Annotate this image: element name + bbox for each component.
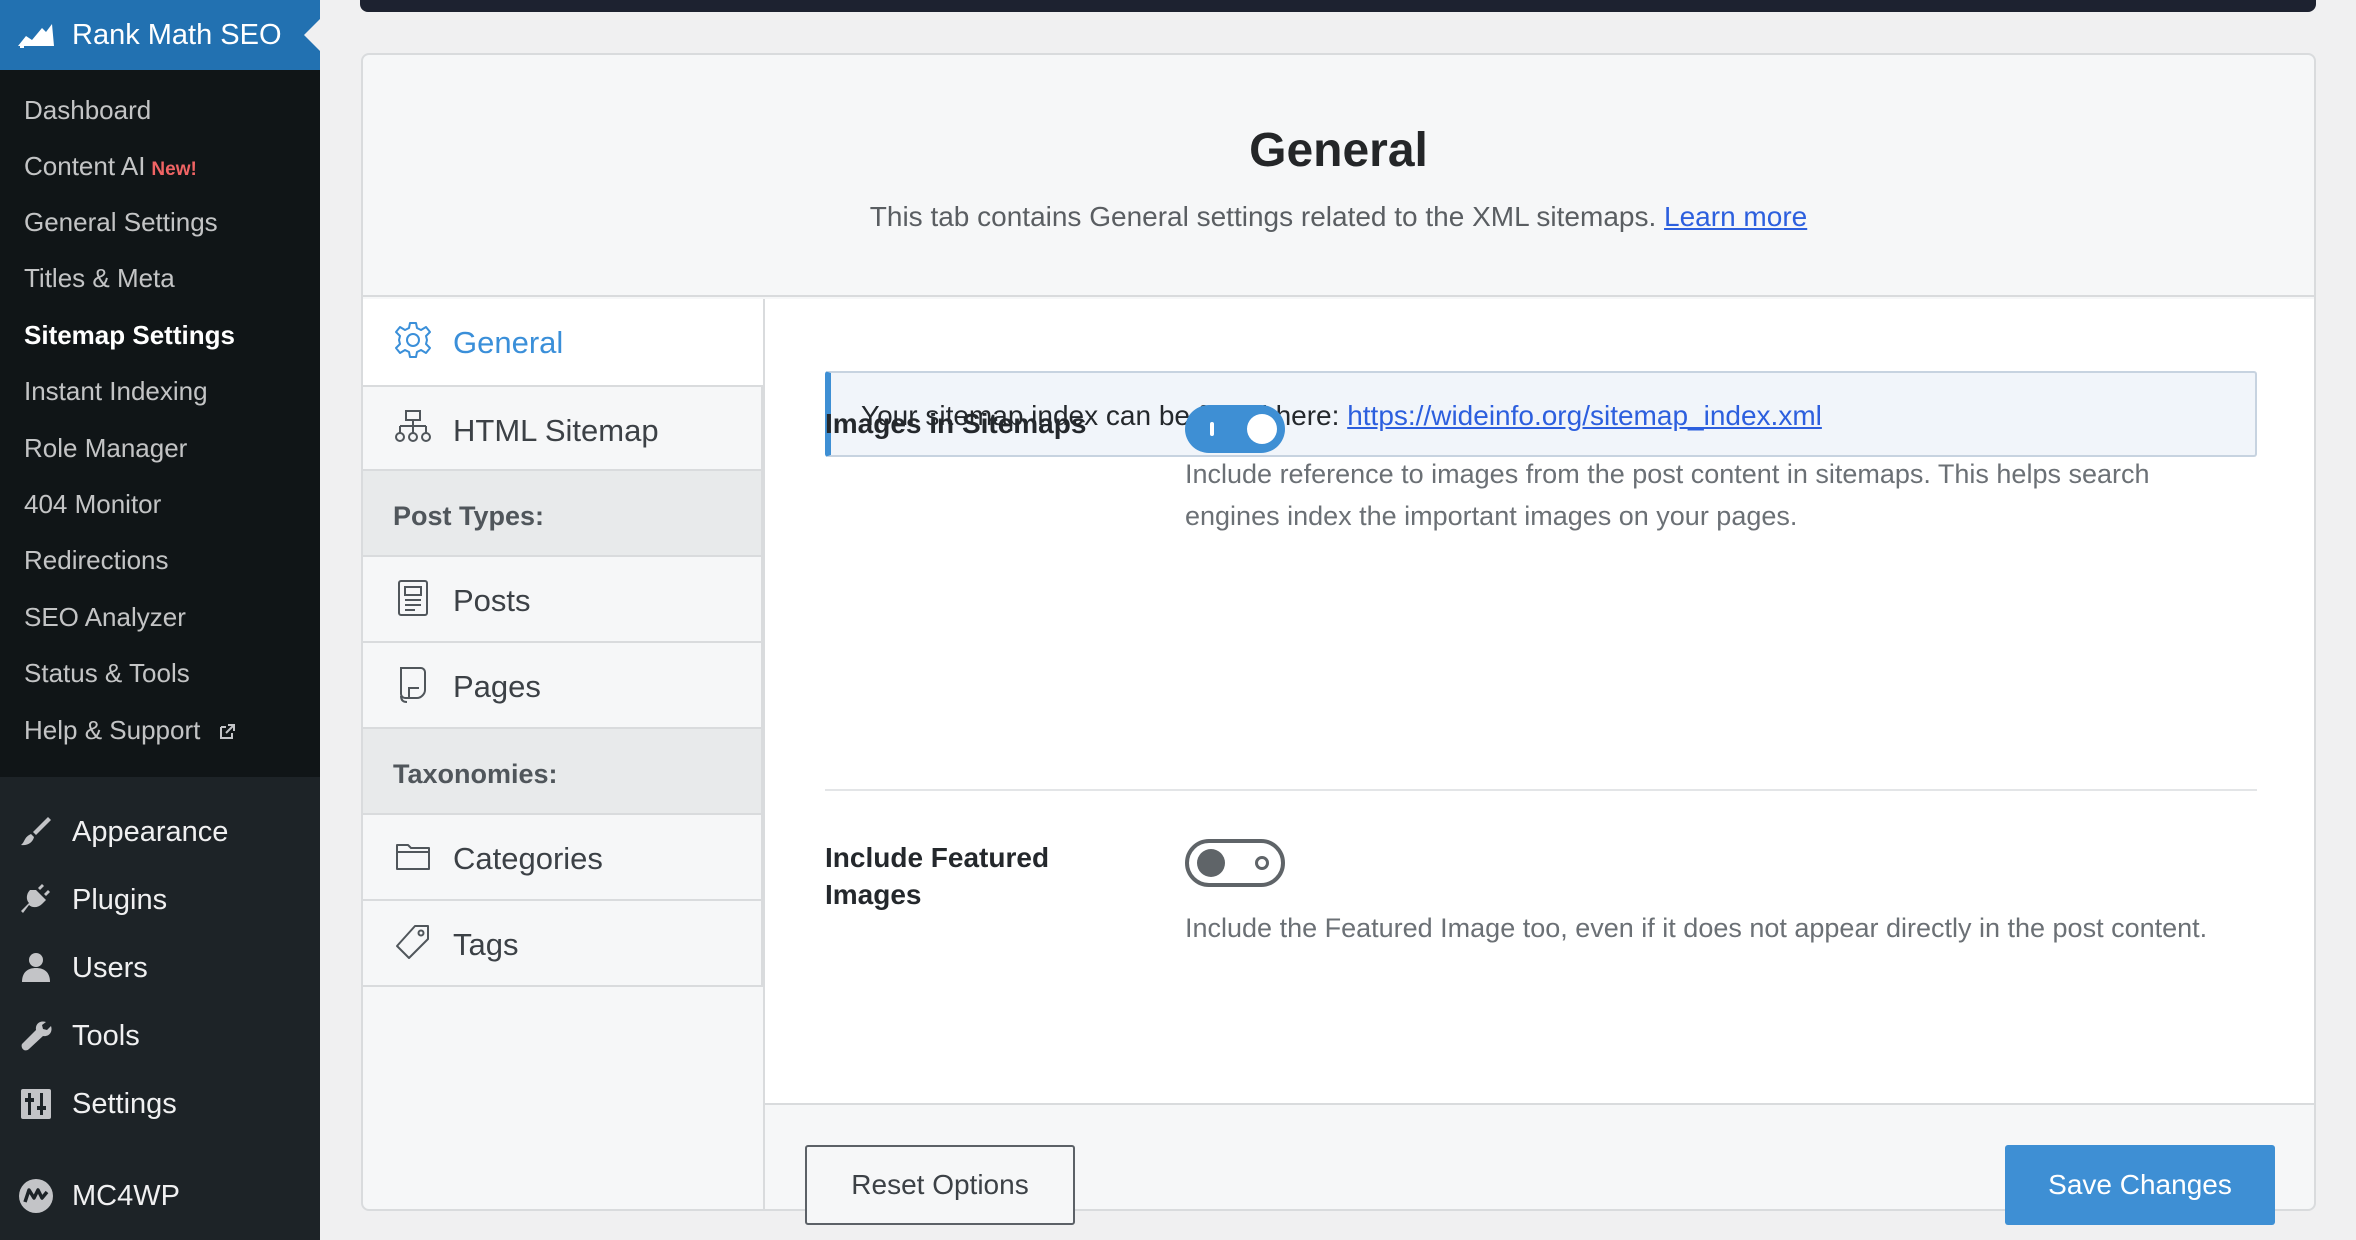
submenu-help-support[interactable]: Help & Support [24, 715, 236, 746]
field-description: Include reference to images from the pos… [1185, 459, 2150, 531]
include-featured-images-toggle[interactable] [1185, 839, 1285, 887]
submenu-label: Dashboard [24, 95, 152, 125]
settings-card: General This tab contains General settin… [361, 53, 2316, 1225]
sidebar-item-rank-math-seo[interactable]: Rank Math SEO [0, 0, 320, 70]
submenu-label: Instant Indexing [24, 376, 208, 406]
top-dark-bar [360, 0, 2316, 12]
sidebar-item-users[interactable]: Users [0, 938, 320, 998]
tag-icon [396, 925, 429, 959]
section-taxonomies: Taxonomies: [363, 729, 763, 815]
page-icon [400, 667, 426, 703]
current-menu-pointer [304, 19, 320, 51]
sidebar-item-plugins[interactable]: Plugins [0, 870, 320, 930]
sidebar-item-label: Plugins [72, 883, 168, 916]
document-icon [398, 580, 428, 616]
tab-general[interactable]: General [363, 299, 763, 385]
submenu-label: Content AI [24, 151, 146, 181]
submenu-label: Titles & Meta [24, 263, 175, 293]
field-label-images-in-sitemaps: Images in Sitemaps [825, 408, 1087, 439]
sidebar-item-appearance[interactable]: Appearance [0, 802, 320, 862]
sidebar-item-label: Settings [72, 1087, 177, 1120]
sitemap-index-link[interactable]: https://wideinfo.org/sitemap_index.xml [1347, 400, 1822, 431]
page-title: General [1249, 124, 1428, 177]
submenu-404-monitor[interactable]: 404 Monitor [24, 489, 161, 520]
toggle-knob [1197, 849, 1225, 877]
section-label: Taxonomies: [393, 759, 558, 789]
page-description: This tab contains General settings relat… [363, 201, 2314, 233]
submenu-role-manager[interactable]: Role Manager [24, 433, 187, 464]
external-link-icon [219, 724, 235, 740]
images-in-sitemaps-toggle[interactable] [1185, 405, 1285, 453]
sliders-icon [21, 1089, 51, 1119]
mc4wp-logo-icon [19, 1179, 53, 1213]
tab-label: Pages [453, 669, 541, 704]
sidebar-item-label: Users [72, 951, 148, 984]
field-description: Include the Featured Image too, even if … [1185, 913, 2208, 943]
submenu-instant-indexing[interactable]: Instant Indexing [24, 376, 208, 407]
tab-posts[interactable]: Posts [363, 557, 763, 643]
reset-options-button[interactable]: Reset Options [805, 1145, 1075, 1225]
folder-icon [396, 844, 430, 870]
tab-label: HTML Sitemap [453, 413, 659, 448]
sidebar-item-label: Appearance [72, 815, 229, 848]
card-footer: Reset Options Save Changes [763, 1103, 2314, 1225]
sidebar-item-label: Tools [72, 1019, 140, 1052]
sidebar-item-label: MC4WP [72, 1179, 180, 1212]
page-description-text: This tab contains General settings relat… [869, 201, 1657, 232]
submenu-titles-meta[interactable]: Titles & Meta [24, 263, 175, 294]
tab-label: Categories [453, 841, 603, 876]
submenu-status-tools[interactable]: Status & Tools [24, 658, 190, 689]
submenu-label: General Settings [24, 207, 218, 237]
new-badge: New! [151, 159, 197, 180]
admin-sidebar: Rank Math SEO Dashboard Content AI New! G… [0, 0, 320, 1240]
toggle-on-indicator [1210, 422, 1214, 436]
paintbrush-icon [21, 817, 51, 846]
submenu-label: Help & Support [24, 715, 201, 745]
sidebar-item-mc4wp[interactable]: MC4WP [0, 1166, 320, 1226]
field-label-include-featured-images: Include Featured Images [825, 842, 1050, 910]
wrench-icon [21, 1021, 52, 1051]
rank-math-submenu: Dashboard Content AI New! General Setting… [0, 70, 320, 777]
toggle-knob [1247, 414, 1277, 444]
submenu-label: Sitemap Settings [24, 320, 235, 350]
gear-icon [395, 322, 431, 358]
sidebar-item-settings[interactable]: Settings [0, 1074, 320, 1134]
tab-label: Tags [453, 927, 519, 962]
sidebar-plugin-title: Rank Math SEO [72, 19, 282, 51]
submenu-content-ai[interactable]: Content AI New! [24, 151, 197, 182]
settings-content: Your sitemap index can be found here: ht… [763, 299, 2314, 1103]
learn-more-link[interactable]: Learn more [1664, 201, 1807, 232]
card-header: General This tab contains General settin… [363, 55, 2314, 297]
section-label: Post Types: [393, 501, 545, 531]
toggle-off-indicator [1255, 856, 1269, 870]
submenu-label: Role Manager [24, 433, 188, 463]
tab-pages[interactable]: Pages [363, 643, 763, 729]
sidebar-item-tools[interactable]: Tools [0, 1006, 320, 1066]
tab-html-sitemap[interactable]: HTML Sitemap [363, 385, 763, 471]
tab-label: General [453, 325, 564, 360]
submenu-dashboard[interactable]: Dashboard [24, 95, 151, 126]
submenu-label: SEO Analyzer [24, 602, 186, 632]
tab-label: Posts [453, 583, 531, 618]
field-divider [825, 789, 2257, 791]
section-post-types: Post Types: [363, 471, 763, 557]
save-changes-button[interactable]: Save Changes [2005, 1145, 2275, 1225]
user-icon [22, 953, 50, 982]
submenu-sitemap-settings[interactable]: Sitemap Settings [24, 320, 235, 351]
tab-tags[interactable]: Tags [363, 901, 763, 987]
rank-math-logo-icon [18, 24, 54, 48]
submenu-label: Status & Tools [24, 658, 190, 688]
sitemap-icon [395, 410, 431, 442]
tab-categories[interactable]: Categories [363, 815, 763, 901]
submenu-label: 404 Monitor [24, 489, 162, 519]
submenu-seo-analyzer[interactable]: SEO Analyzer [24, 602, 186, 633]
plug-icon [21, 884, 50, 913]
submenu-label: Redirections [24, 545, 169, 575]
submenu-redirections[interactable]: Redirections [24, 545, 169, 576]
submenu-general-settings[interactable]: General Settings [24, 207, 218, 238]
